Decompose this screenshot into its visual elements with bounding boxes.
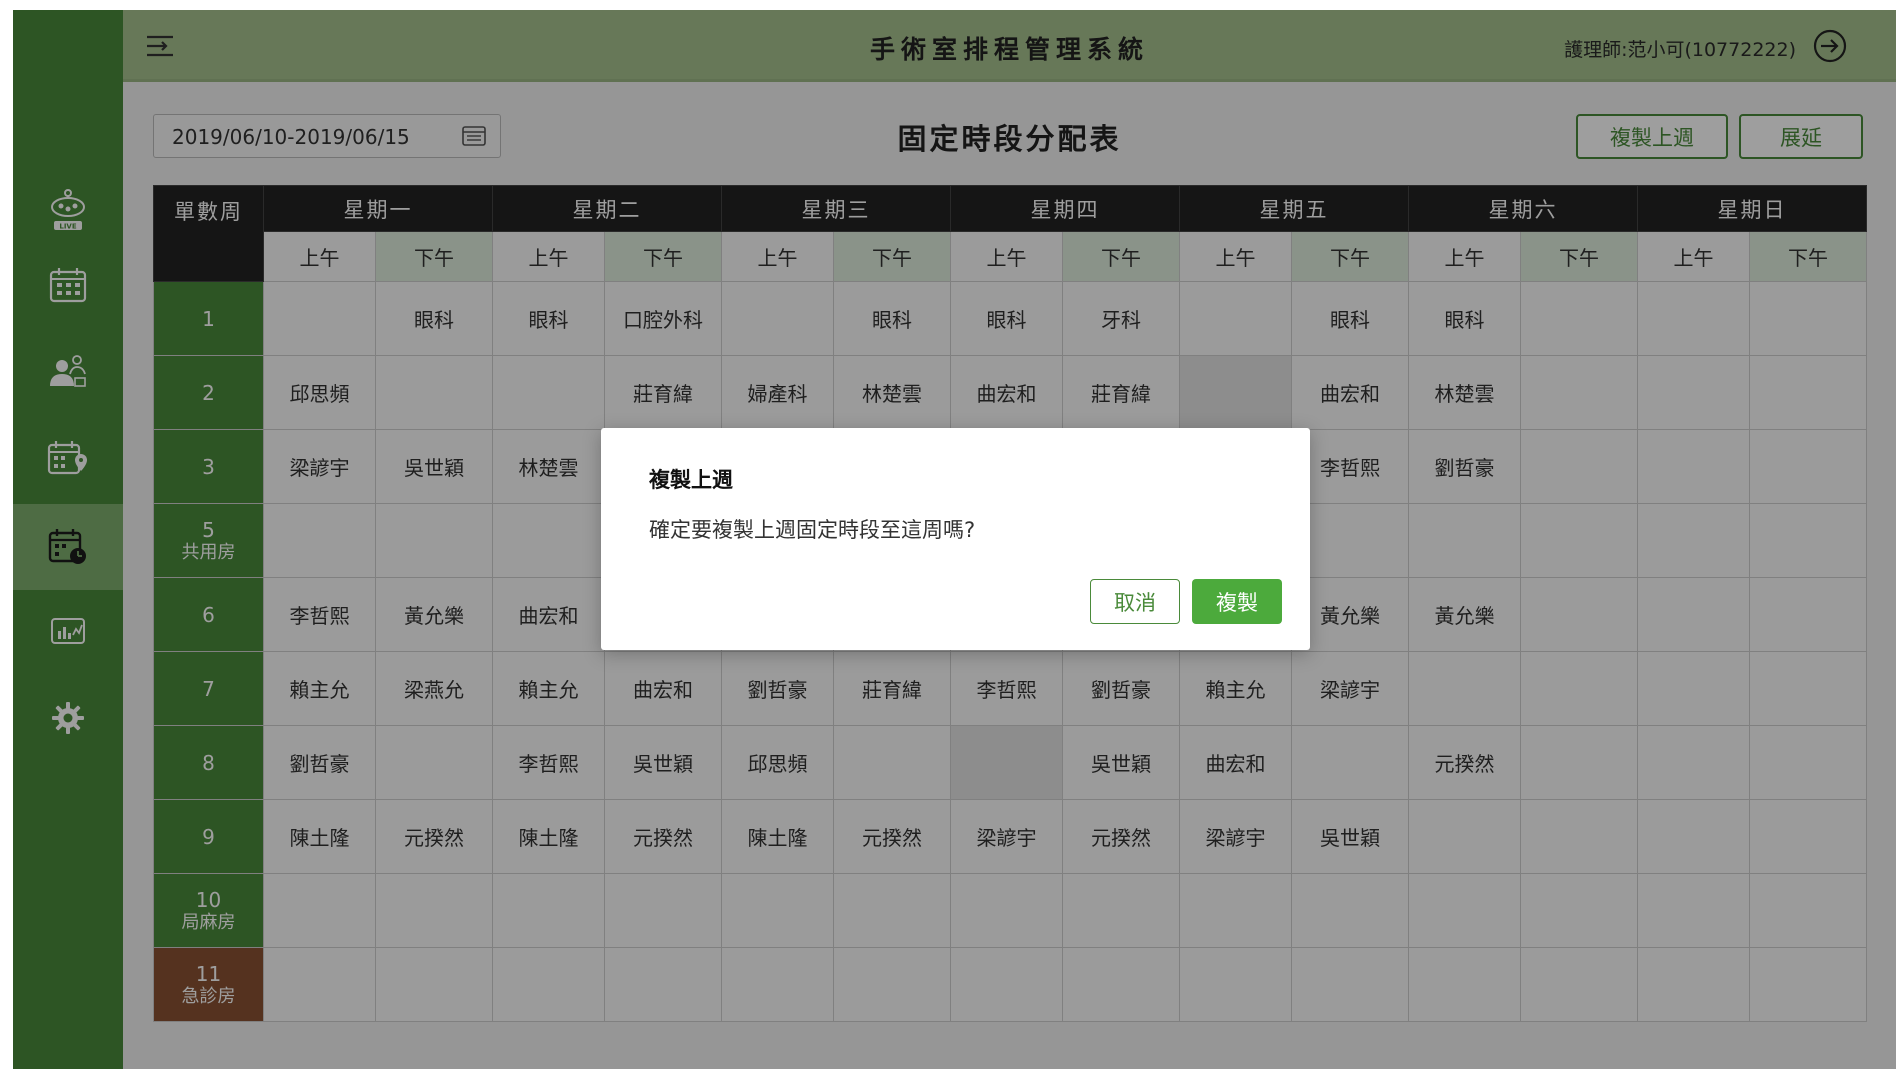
cancel-button[interactable]: 取消 <box>1090 579 1180 624</box>
copy-confirm-dialog: 複製上週 確定要複製上週固定時段至這周嗎? 取消 複製 <box>601 428 1310 650</box>
app-frame: LIVE 手術室排程管理系統 護理師:范小可(10772222) 2019/06… <box>13 10 1896 1069</box>
dialog-title: 複製上週 <box>649 468 733 492</box>
dialog-message: 確定要複製上週固定時段至這周嗎? <box>649 518 976 542</box>
confirm-copy-button[interactable]: 複製 <box>1192 579 1282 624</box>
